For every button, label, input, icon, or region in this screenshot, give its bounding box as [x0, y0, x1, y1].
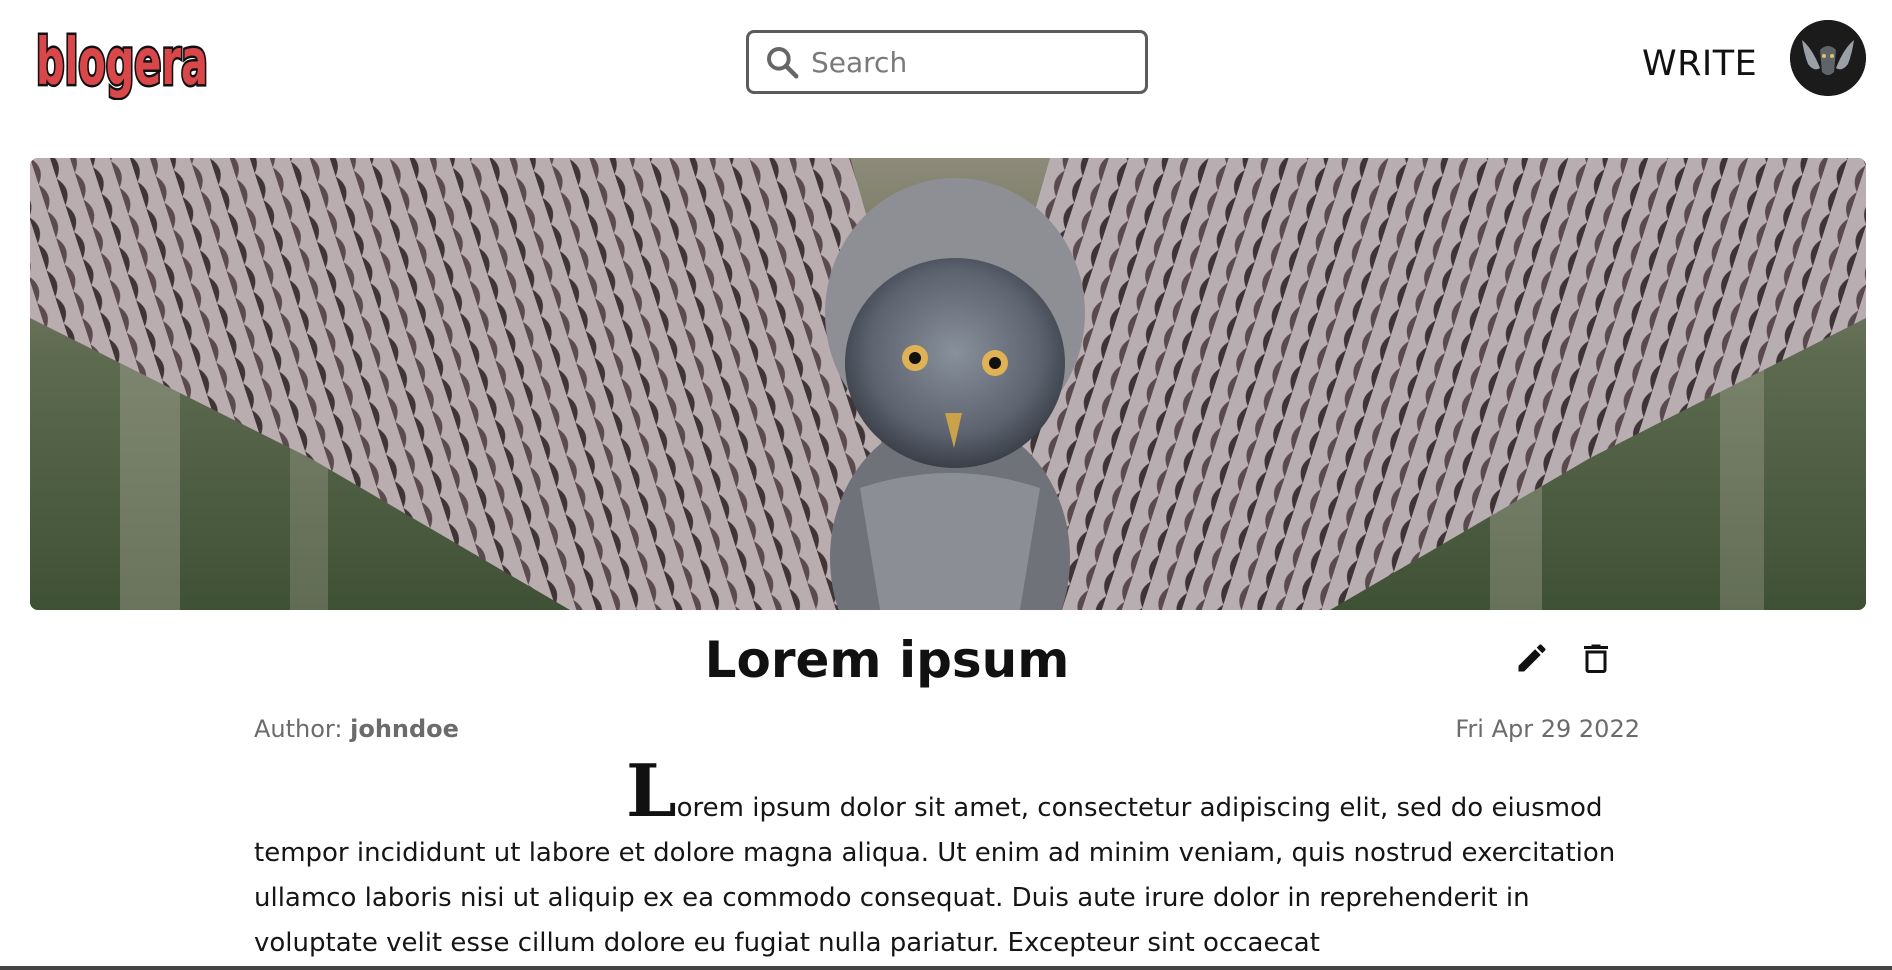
trash-icon [1584, 644, 1608, 673]
post-body-text: orem ipsum dolor sit amet, consectetur a… [254, 793, 1616, 958]
delete-post-button[interactable] [1578, 640, 1614, 676]
pencil-icon [1518, 644, 1546, 672]
blog-post-page: blogera WRITE [0, 0, 1892, 970]
edit-post-button[interactable] [1514, 640, 1550, 676]
author-link[interactable]: johndoe [350, 715, 459, 743]
svg-text:blogera: blogera [36, 26, 208, 100]
hero-image [30, 158, 1866, 610]
post-actions [1514, 638, 1614, 678]
post-date: Fri Apr 29 2022 [1455, 715, 1640, 743]
write-link[interactable]: WRITE [1642, 40, 1757, 88]
search-box[interactable] [746, 30, 1148, 94]
author-info: Author: johndoe [254, 715, 459, 743]
search-input[interactable] [811, 45, 1131, 79]
post-title: Lorem ipsum [704, 631, 1070, 689]
blogera-logo[interactable]: blogera [30, 14, 216, 101]
author-label: Author: [254, 715, 343, 743]
post-body: Lorem ipsum dolor sit amet, consectetur … [254, 755, 1640, 966]
dropcap: L [626, 748, 677, 833]
post-meta: Author: johndoe Fri Apr 29 2022 [254, 710, 1640, 748]
search-icon [763, 43, 801, 81]
top-navigation: blogera WRITE [0, 0, 1892, 128]
avatar[interactable] [1790, 20, 1866, 96]
viewport-bottom-edge [0, 966, 1892, 970]
owl-avatar-icon [1790, 20, 1866, 96]
